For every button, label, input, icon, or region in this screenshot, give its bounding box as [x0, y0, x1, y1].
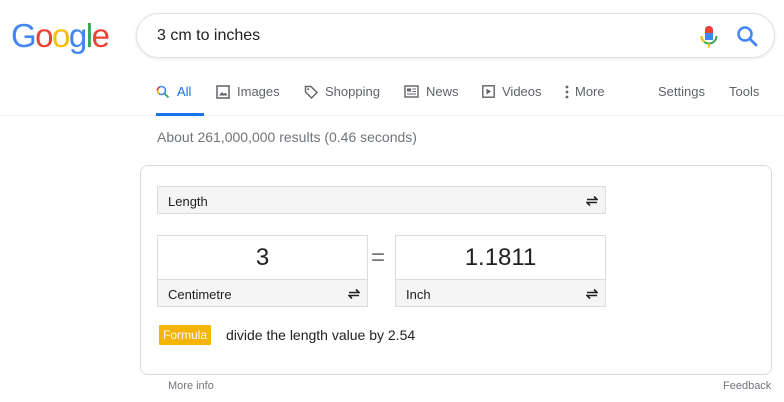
tab-label: Videos — [502, 84, 542, 99]
feedback-link[interactable]: Feedback — [723, 380, 771, 392]
more-info-link[interactable]: More info — [168, 380, 214, 392]
select-arrows-icon — [586, 288, 598, 300]
logo-letter: G — [11, 17, 37, 54]
formula-badge: Formula — [159, 325, 212, 345]
play-icon — [482, 85, 495, 98]
measure-select[interactable]: Length — [157, 186, 606, 214]
tab-images[interactable]: Images — [216, 84, 280, 116]
image-icon — [216, 85, 230, 99]
to-unit-label: Inch — [406, 287, 431, 302]
tab-news[interactable]: News — [404, 84, 459, 116]
tab-more[interactable]: More — [565, 84, 605, 116]
tab-label: Shopping — [325, 84, 380, 99]
tab-label: More — [575, 84, 605, 99]
tab-label: News — [426, 84, 459, 99]
equals-sign: = — [371, 244, 386, 271]
tab-label: Images — [237, 84, 280, 99]
tag-icon — [304, 85, 318, 99]
tab-shopping[interactable]: Shopping — [304, 84, 380, 116]
search-input[interactable] — [157, 24, 677, 48]
search-icon — [156, 85, 170, 99]
search-tabs: All Images Shopping News Videos More Set… — [0, 72, 784, 116]
newspaper-icon — [404, 85, 419, 98]
search-box — [136, 13, 775, 58]
kebab-icon — [565, 85, 569, 99]
logo-letter: e — [91, 17, 110, 54]
from-value-input[interactable]: 3 — [158, 244, 367, 272]
to-value-input[interactable]: 1.1811 — [396, 244, 605, 272]
select-arrows-icon — [348, 288, 360, 300]
tools-link[interactable]: Tools — [729, 84, 759, 116]
to-unit-select[interactable]: Inch — [395, 279, 606, 307]
logo-letter: o — [35, 17, 53, 54]
tab-label: All — [177, 84, 192, 99]
measure-select-value: Length — [168, 194, 208, 209]
logo-letter: o — [52, 17, 70, 54]
settings-link[interactable]: Settings — [658, 84, 705, 116]
search-icon[interactable] — [735, 24, 759, 48]
tab-videos[interactable]: Videos — [482, 84, 542, 116]
from-unit-label: Centimetre — [168, 287, 232, 302]
logo-letter: g — [68, 17, 87, 54]
formula-text: divide the length value by 2.54 — [226, 327, 416, 343]
google-logo[interactable]: Google — [11, 17, 110, 54]
tab-all[interactable]: All — [156, 84, 204, 116]
result-stats: About 261,000,000 results (0.46 seconds) — [157, 129, 417, 145]
select-arrows-icon — [586, 195, 598, 207]
from-unit-select[interactable]: Centimetre — [157, 279, 368, 307]
microphone-icon[interactable] — [698, 25, 720, 49]
